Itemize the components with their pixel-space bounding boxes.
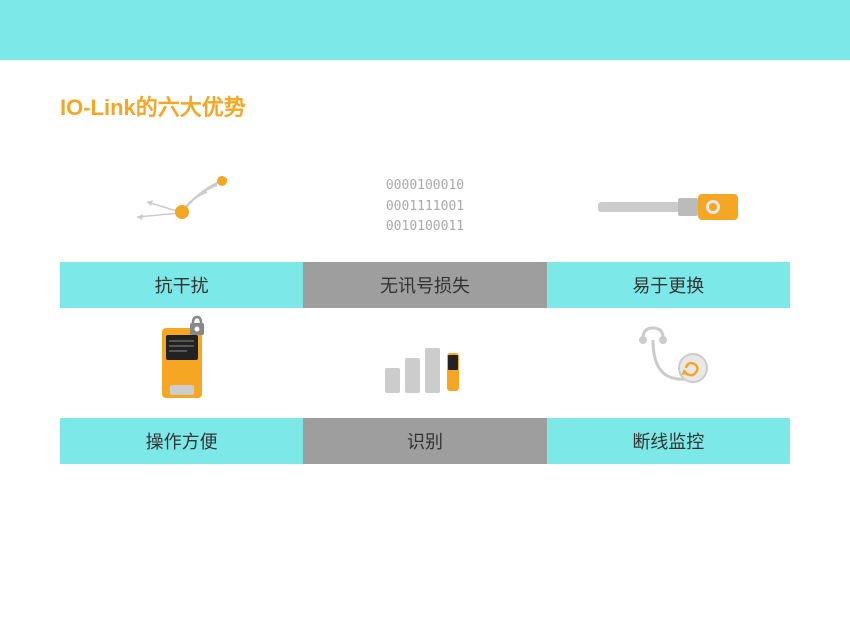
features-grid: 抗干扰 0000100010 0001111001 0010100011 无讯号… [60, 152, 790, 464]
top-bar [0, 0, 850, 60]
feature-operation: 操作方便 [60, 308, 303, 464]
page-title: IO-Link的六大优势 [60, 90, 790, 122]
antijam-icon [117, 167, 247, 247]
feature-monitor: 断线监控 [547, 308, 790, 464]
monitor-icon [618, 318, 718, 408]
label-nosignal: 无讯号损失 [303, 262, 546, 308]
label-monitor: 断线监控 [547, 418, 790, 464]
icon-area-antijam [60, 152, 303, 262]
icon-area-nosignal: 0000100010 0001111001 0010100011 [303, 152, 546, 262]
binary-line-1: 0000100010 [386, 176, 464, 197]
binary-line-2: 0001111001 [386, 197, 464, 218]
label-antijam: 抗干扰 [60, 262, 303, 308]
icon-area-operation [60, 308, 303, 418]
binary-line-3: 0010100011 [386, 217, 464, 238]
icon-area-monitor [547, 308, 790, 418]
feature-nosignal: 0000100010 0001111001 0010100011 无讯号损失 [303, 152, 546, 308]
recognition-icon [365, 323, 485, 403]
feature-replace: 易于更换 [547, 152, 790, 308]
nosignal-icon: 0000100010 0001111001 0010100011 [386, 176, 464, 238]
main-content: IO-Link的六大优势 [0, 60, 850, 484]
feature-antijam: 抗干扰 [60, 152, 303, 308]
replace-icon [593, 182, 743, 232]
operation-icon [142, 313, 222, 413]
icon-area-recognition [303, 308, 546, 418]
feature-recognition: 识别 [303, 308, 546, 464]
label-operation: 操作方便 [60, 418, 303, 464]
icon-area-replace [547, 152, 790, 262]
label-recognition: 识别 [303, 418, 546, 464]
label-replace: 易于更换 [547, 262, 790, 308]
